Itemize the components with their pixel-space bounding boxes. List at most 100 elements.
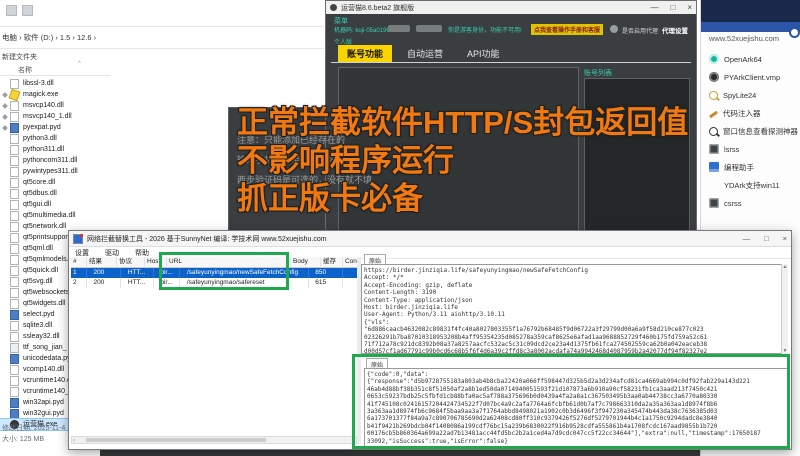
tool-list: OpenArk64 PYArkClient.vmp SpyLite24 代码注入…: [709, 50, 798, 212]
column-header[interactable]: Body: [291, 257, 321, 267]
capture-rows: 1 200 HTT... bir... /safeyunyingmao/newS…: [71, 268, 357, 288]
scroll-right-icon[interactable]: ›: [353, 438, 355, 444]
note-line: 输入手机号，带上国际区号，: [237, 150, 372, 170]
pin-icon: [2, 114, 8, 120]
app-icon: [709, 72, 719, 82]
tool-item[interactable]: 窗口信息查看探测神器: [709, 122, 798, 140]
app-title-bar: 运营猫8.6.beta2 旗舰版 — □ ×: [326, 1, 696, 14]
tool-item[interactable]: OpenArk64: [709, 50, 798, 68]
minimize-button[interactable]: —: [743, 234, 751, 243]
tool-item-label: YDArk支持win11: [724, 180, 780, 191]
proxy-toggle[interactable]: [610, 25, 618, 33]
column-header[interactable]: 结果: [87, 257, 117, 267]
account-list-panel[interactable]: [584, 78, 690, 232]
tool-item[interactable]: lsrss: [709, 140, 798, 158]
scroll-left-icon[interactable]: ‹: [73, 438, 75, 444]
file-row[interactable]: pyexpat.pyd: [0, 122, 120, 133]
breadcrumb[interactable]: 电脑 › 软件 (D:) › 1.5 › 12.6 ›: [2, 32, 96, 43]
app-tab[interactable]: API功能: [458, 45, 509, 62]
tool-item[interactable]: YDArk支持win11: [709, 176, 798, 194]
file-row[interactable]: magick.exe: [0, 89, 120, 100]
file-row[interactable]: qt5gui.dll: [0, 199, 120, 210]
file-name: ttf_song_jian_: [23, 342, 67, 353]
file-row[interactable]: pythoncom311.dll: [0, 155, 120, 166]
scroll-up-icon[interactable]: ▲: [782, 264, 788, 270]
file-icon: [10, 123, 19, 133]
new-folder-button[interactable]: 新建文件夹: [2, 52, 37, 62]
file-icon: [10, 343, 19, 353]
file-icon: [10, 288, 19, 298]
pin-icon: [2, 103, 8, 109]
app-icon: [709, 91, 718, 100]
file-name: select.pyd: [23, 309, 55, 320]
close-button[interactable]: ×: [783, 234, 787, 243]
tool-item[interactable]: PYArkClient.vmp: [709, 68, 798, 86]
guest-notice: 你是游客身份，功能不可用!: [448, 25, 522, 34]
file-name: vcomp140.dll: [23, 364, 64, 375]
request-line: 71f712a78c921dc8392b08a37a8257aacfc532ac…: [364, 341, 784, 348]
scrollbar-thumb[interactable]: [86, 438, 266, 442]
app-icon: [709, 198, 719, 208]
maximize-button[interactable]: □: [764, 234, 769, 243]
column-header[interactable]: URL: [167, 257, 291, 267]
file-row[interactable]: qt5dbus.dll: [0, 188, 120, 199]
capture-table-header: #结果协议HostURLBody缓存Con...: [71, 257, 357, 268]
file-name: libssl-3.dll: [23, 78, 54, 89]
file-icon: [10, 156, 19, 166]
column-header[interactable]: #: [71, 257, 87, 267]
tool-item[interactable]: SpyLite24: [709, 86, 798, 104]
file-icon: [10, 167, 19, 177]
vertical-scrollbar[interactable]: ▲ ▼: [781, 264, 788, 354]
column-header-name[interactable]: 名称: [18, 65, 32, 75]
file-row[interactable]: msvcp140_1.dll: [0, 111, 120, 122]
menu-item[interactable]: 帮助: [135, 248, 149, 258]
explorer-toolbar-icon[interactable]: [6, 5, 17, 16]
app-title: 运营猫8.6.beta2 旗舰版: [341, 3, 638, 13]
capture-row[interactable]: 2 200 HTT... bir... /safeyunyingmao/safe…: [71, 278, 357, 288]
file-name: qt5dbus.dll: [23, 188, 57, 199]
app-tab[interactable]: 账号功能: [338, 45, 392, 62]
file-name: msvcp140_1.dll: [23, 111, 72, 122]
scroll-down-icon[interactable]: ▼: [782, 348, 788, 354]
file-icon: [10, 409, 19, 419]
file-icon: [10, 189, 19, 199]
menu-item[interactable]: 设置: [75, 248, 89, 258]
manual-link[interactable]: 点我查看操作手册和客服: [531, 24, 603, 35]
proxy-settings-button[interactable]: 代理设置: [662, 25, 688, 35]
file-row[interactable]: pywintypes311.dll: [0, 166, 120, 177]
maximize-button[interactable]: □: [670, 3, 675, 12]
request-line: d00d57cf1ad67791c99b0cd6c68b5f6f4d6a39c2…: [364, 348, 784, 354]
sort-arrow-icon[interactable]: ^: [78, 61, 81, 67]
app-tab[interactable]: 自动运营: [398, 45, 452, 62]
horizontal-scrollbar[interactable]: ‹ ›: [71, 436, 357, 444]
response-raw-panel[interactable]: {"code":0,"data":{"response":"d5b9728755…: [364, 368, 788, 449]
app-icon: [709, 180, 719, 190]
close-button[interactable]: ×: [687, 3, 692, 12]
file-name: qt5multimedia.dll: [23, 210, 76, 221]
minimize-button[interactable]: —: [650, 3, 658, 12]
tool-item[interactable]: 编程助手: [709, 158, 798, 176]
cell-num: 2: [71, 278, 87, 288]
explorer-toolbar-icon[interactable]: [22, 5, 33, 16]
column-header[interactable]: 缓存: [321, 257, 343, 267]
file-row[interactable]: python3.dll: [0, 133, 120, 144]
file-row[interactable]: qt5multimedia.dll: [0, 210, 120, 221]
tool-item[interactable]: 代码注入器: [709, 104, 798, 122]
capture-row[interactable]: 1 200 HTT... bir... /safeyunyingmao/newS…: [71, 268, 357, 278]
cell-host: bir...: [158, 268, 180, 278]
site-label[interactable]: www.52xuejishu.com: [709, 34, 779, 43]
file-row[interactable]: python311.dll: [0, 144, 120, 155]
file-name: python3.dll: [23, 133, 57, 144]
pin-icon: [2, 92, 8, 98]
file-row[interactable]: libssl-3.dll: [0, 78, 120, 89]
file-icon: [10, 101, 19, 111]
file-name: sqlite3.dll: [23, 320, 52, 331]
tool-item[interactable]: csrss: [709, 194, 798, 212]
badge-icon: [789, 27, 800, 38]
menu-item[interactable]: 驱动: [105, 248, 119, 258]
file-name: pythoncom311.dll: [23, 155, 77, 166]
file-row[interactable]: qt5core.dll: [0, 177, 120, 188]
file-row[interactable]: msvcp140.dll: [0, 100, 120, 111]
file-icon: [10, 398, 19, 408]
request-raw-panel[interactable]: https://birder.jinziqia.life/safeyunying…: [361, 264, 787, 354]
